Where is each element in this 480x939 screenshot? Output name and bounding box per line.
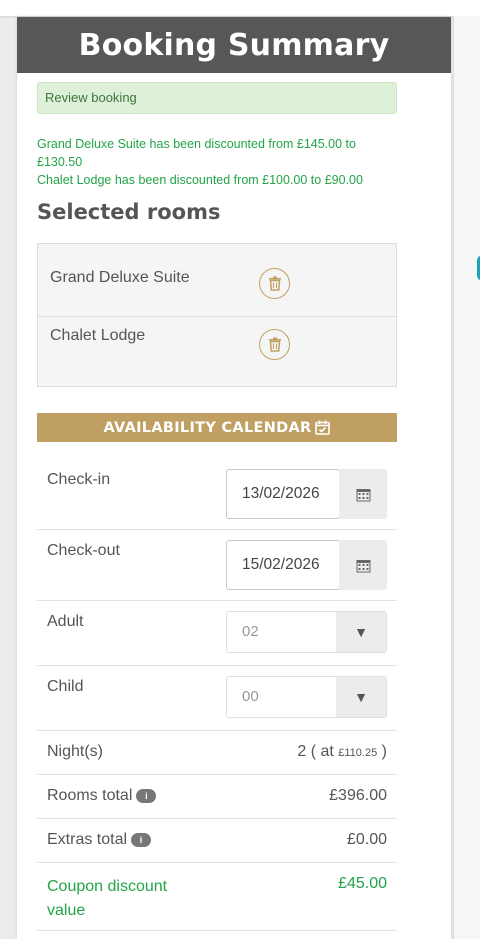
calendar-icon <box>356 488 370 501</box>
room-name: Grand Deluxe Suite <box>50 269 190 286</box>
delete-room-button[interactable] <box>259 329 290 360</box>
selected-rooms-list: Grand Deluxe Suite Chalet Lodge <box>37 243 397 387</box>
nights-value: 2 ( at £110.25 ) <box>297 743 387 761</box>
extras-total-row: Extras total i £0.00 <box>37 819 397 863</box>
info-icon[interactable]: i <box>136 788 157 803</box>
room-item: Chalet Lodge <box>38 317 396 387</box>
checkout-row: Check-out 15/02/2026 <box>37 530 397 601</box>
coupon-label-line2: value <box>47 902 86 919</box>
extras-total-value: £0.00 <box>346 831 387 848</box>
nights-count: 2 <box>297 743 307 760</box>
rooms-total-row: Rooms total i £396.00 <box>37 775 397 819</box>
chevron-down-icon[interactable]: ▼ <box>336 677 386 717</box>
discount-message: Grand Deluxe Suite has been discounted f… <box>37 137 356 169</box>
trash-icon <box>268 276 281 291</box>
child-row: Child 00 ▼ <box>37 666 397 731</box>
adult-select-value: 02 <box>242 623 259 640</box>
adult-row: Adult 02 ▼ <box>37 601 397 666</box>
right-side-panel <box>453 16 480 939</box>
checkout-date-input[interactable]: 15/02/2026 <box>226 540 340 590</box>
adult-select[interactable]: 02 ▼ <box>226 611 387 653</box>
nights-at-prefix: ( at <box>310 743 334 760</box>
nights-suffix: ) <box>381 743 387 760</box>
delete-room-button[interactable] <box>259 268 290 299</box>
coupon-label-line1: Coupon discount <box>47 878 168 895</box>
coupon-discount-label: Coupon discount value <box>47 875 167 923</box>
child-label: Child <box>47 678 84 695</box>
calendar-check-icon <box>315 420 331 435</box>
availability-calendar-button[interactable]: AVAILABILITY CALENDAR <box>37 413 397 442</box>
room-item: Grand Deluxe Suite <box>38 244 396 316</box>
trash-icon <box>268 337 281 352</box>
availability-calendar-label: AVAILABILITY CALENDAR <box>103 419 312 436</box>
extras-total-text: Extras total <box>47 831 128 848</box>
top-bar <box>0 0 480 16</box>
discount-message: Chalet Lodge has been discounted from £1… <box>37 173 363 187</box>
checkout-label: Check-out <box>47 542 120 559</box>
checkin-date-input[interactable]: 13/02/2026 <box>226 469 340 519</box>
rooms-total-text: Rooms total <box>47 787 133 804</box>
checkin-calendar-button[interactable] <box>339 469 387 519</box>
info-icon[interactable]: i <box>131 832 152 847</box>
card-header: Booking Summary <box>17 17 451 73</box>
adult-label: Adult <box>47 613 84 630</box>
child-select[interactable]: 00 ▼ <box>226 676 387 718</box>
extras-total-label: Extras total i <box>47 831 152 849</box>
calendar-icon <box>356 559 370 572</box>
child-select-value: 00 <box>242 688 259 705</box>
checkout-calendar-button[interactable] <box>339 540 387 590</box>
discount-messages: Grand Deluxe Suite has been discounted f… <box>37 135 397 189</box>
chevron-down-icon[interactable]: ▼ <box>336 612 386 652</box>
rooms-total-label: Rooms total i <box>47 787 157 805</box>
nightly-rate: £110.25 <box>338 747 378 759</box>
coupon-discount-value: £45.00 <box>338 875 387 892</box>
rooms-total-value: £396.00 <box>329 787 387 804</box>
nights-label: Night(s) <box>47 743 104 760</box>
selected-rooms-title: Selected rooms <box>37 200 221 224</box>
page-title: Booking Summary <box>78 27 390 63</box>
coupon-discount-row: Coupon discount value £45.00 <box>37 863 397 931</box>
review-alert: Review booking <box>37 82 397 114</box>
room-name: Chalet Lodge <box>50 327 146 344</box>
checkin-row: Check-in 13/02/2026 <box>37 442 397 530</box>
nights-row: Night(s) 2 ( at £110.25 ) <box>37 731 397 775</box>
checkin-label: Check-in <box>47 471 111 488</box>
